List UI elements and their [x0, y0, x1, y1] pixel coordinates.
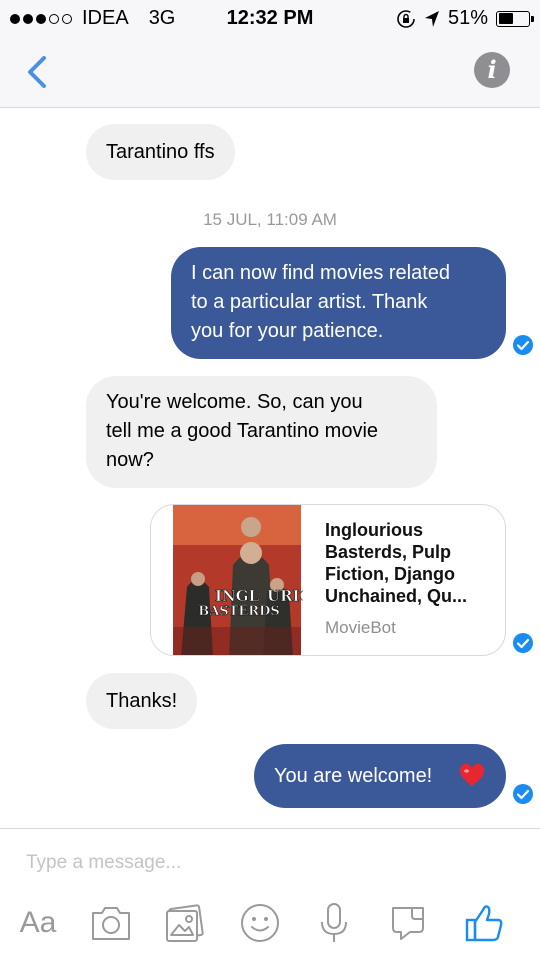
info-icon: i [487, 55, 497, 84]
message-composer: Aa [0, 828, 540, 960]
message-line: tell me a good Tarantino movie [106, 420, 379, 442]
message-timestamp: 15 JUL, 11:09 AM [203, 210, 337, 229]
movie-card-title: Inglourious Basterds, Pulp Fiction, Djan… [325, 519, 495, 607]
delivered-check-icon [513, 633, 533, 653]
sticker-icon [392, 907, 424, 940]
movie-card-source: MovieBot [325, 618, 396, 637]
message-text: You are welcome! [274, 765, 433, 787]
delivered-check-icon [513, 784, 533, 804]
battery-icon [496, 10, 534, 27]
text-format-button[interactable]: Aa [14, 899, 62, 947]
battery-percent: 51% [447, 7, 488, 29]
poster-title-line: URIOUS [267, 587, 303, 605]
back-button[interactable] [22, 52, 52, 92]
incoming-message: Tarantino ffs [86, 124, 235, 180]
movie-poster-image: INGL URIOUS BASTERDS [151, 505, 303, 655]
info-button[interactable]: i [474, 52, 510, 88]
message-line: I can now find movies related [191, 262, 451, 284]
battery-level [498, 13, 514, 24]
outgoing-message: You are welcome! [254, 744, 506, 808]
delivered-check-icon [513, 335, 533, 355]
orientation-lock-icon [397, 9, 415, 28]
emoji-icon [241, 904, 279, 942]
sticker-button[interactable] [384, 899, 432, 947]
composer-toolbar: Aa [0, 899, 540, 947]
outgoing-message: I can now find movies related to a parti… [171, 247, 506, 359]
card-title-line: Unchained, Qu... [325, 586, 468, 606]
card-title-line: Inglourious [325, 520, 423, 540]
like-icon [465, 905, 503, 942]
camera-icon [92, 907, 130, 940]
status-bar: IDEA 3G 12:32 PM 51% [0, 0, 540, 36]
poster-title-line: BASTERDS [198, 604, 280, 619]
message-line: to a particular artist. Thank [191, 291, 428, 313]
gallery-button[interactable] [161, 899, 209, 947]
message-text: Thanks! [106, 690, 178, 712]
message-line: you for your patience. [191, 320, 384, 342]
emoji-button[interactable] [236, 899, 284, 947]
microphone-button[interactable] [310, 899, 358, 947]
card-title-line: Fiction, Django [325, 564, 455, 584]
message-line: You're welcome. So, can you [106, 391, 363, 413]
poster-title-line: INGL [215, 587, 260, 605]
movie-card[interactable]: INGL URIOUS BASTERDS Inglourious Basterd… [150, 504, 506, 656]
location-arrow-icon [424, 10, 439, 27]
chevron-left-icon [28, 56, 46, 88]
nav-bar: i [0, 36, 540, 108]
incoming-message: You're welcome. So, can you tell me a go… [86, 376, 437, 488]
microphone-icon [321, 903, 347, 942]
camera-button[interactable] [87, 899, 135, 947]
heart-icon [459, 764, 485, 786]
gallery-icon [166, 904, 204, 942]
like-button[interactable] [460, 899, 508, 947]
card-title-line: Basterds, Pulp [325, 542, 452, 562]
message-line: now? [106, 449, 154, 471]
status-right: 51% [396, 7, 534, 30]
message-thread[interactable]: Tarantino ffs 15 JUL, 11:09 AM I can now… [0, 109, 540, 827]
message-input[interactable] [26, 843, 516, 883]
message-text: Tarantino ffs [106, 141, 215, 163]
incoming-message: Thanks! [86, 673, 198, 729]
